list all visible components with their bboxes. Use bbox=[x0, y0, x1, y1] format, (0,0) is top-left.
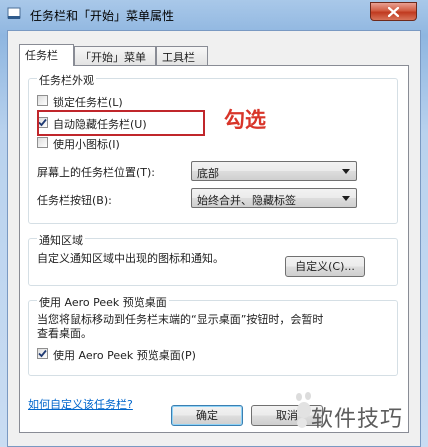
lock-taskbar-label: 锁定任务栏(L) bbox=[53, 96, 123, 109]
close-icon bbox=[388, 7, 399, 17]
customize-notifications-button[interactable]: 自定义(C)... bbox=[285, 256, 365, 277]
dialog-window: 任务栏和「开始」菜单属性 任务栏 「开始」菜单 工具栏 任务栏外观 锁定任务栏(… bbox=[0, 0, 428, 447]
notification-group-title: 通知区域 bbox=[37, 232, 85, 248]
highlight-box bbox=[37, 110, 205, 136]
dialog-client: 任务栏 「开始」菜单 工具栏 任务栏外观 锁定任务栏(L) 自动隐藏任务栏(U)… bbox=[7, 30, 421, 447]
use-peek-label: 使用 Aero Peek 预览桌面(P) bbox=[53, 349, 196, 362]
watermark: 软件技巧 bbox=[285, 388, 428, 447]
notification-group: 通知区域 自定义通知区域中出现的图标和通知。 自定义(C)... bbox=[28, 232, 398, 286]
aero-peek-description-line2: 查看桌面。 bbox=[37, 327, 92, 340]
location-select-value: 底部 bbox=[197, 167, 219, 180]
watermark-text: 软件技巧 bbox=[311, 407, 404, 432]
chevron-down-icon bbox=[342, 169, 350, 174]
tab-start-menu[interactable]: 「开始」菜单 bbox=[74, 46, 156, 65]
location-label: 屏幕上的任务栏位置(T): bbox=[37, 166, 156, 179]
notification-description: 自定义通知区域中出现的图标和通知。 bbox=[37, 252, 224, 265]
title-bar[interactable]: 任务栏和「开始」菜单属性 bbox=[0, 0, 428, 30]
small-icons-label: 使用小图标(I) bbox=[53, 138, 120, 151]
close-button[interactable] bbox=[370, 2, 417, 21]
buttons-select[interactable]: 始终合并、隐藏标签 bbox=[191, 188, 357, 208]
location-select[interactable]: 底部 bbox=[191, 161, 357, 181]
tab-toolbars[interactable]: 工具栏 bbox=[156, 46, 208, 65]
ok-button[interactable]: 确定 bbox=[171, 405, 243, 426]
appearance-group-title: 任务栏外观 bbox=[37, 72, 96, 88]
window-icon bbox=[7, 7, 21, 21]
help-link[interactable]: 如何自定义该任务栏? bbox=[28, 396, 133, 412]
aero-peek-group: 使用 Aero Peek 预览桌面 当您将鼠标移动到任务栏末端的“显示桌面”按钮… bbox=[28, 294, 398, 376]
small-icons-checkbox[interactable] bbox=[37, 137, 48, 148]
use-peek-checkbox[interactable] bbox=[37, 348, 48, 359]
chevron-down-icon bbox=[342, 196, 350, 201]
buttons-label: 任务栏按钮(B): bbox=[37, 194, 112, 207]
aero-peek-group-title: 使用 Aero Peek 预览桌面 bbox=[37, 294, 169, 310]
window-title: 任务栏和「开始」菜单属性 bbox=[30, 9, 175, 23]
tab-taskbar[interactable]: 任务栏 bbox=[19, 44, 74, 66]
appearance-group: 任务栏外观 锁定任务栏(L) 自动隐藏任务栏(U) 使用小图标(I) 屏幕上的任… bbox=[28, 72, 398, 224]
annotation-label: 勾选 bbox=[224, 108, 266, 132]
buttons-select-value: 始终合并、隐藏标签 bbox=[197, 194, 296, 207]
checkmark-icon bbox=[38, 349, 47, 358]
lock-taskbar-checkbox[interactable] bbox=[37, 95, 48, 106]
